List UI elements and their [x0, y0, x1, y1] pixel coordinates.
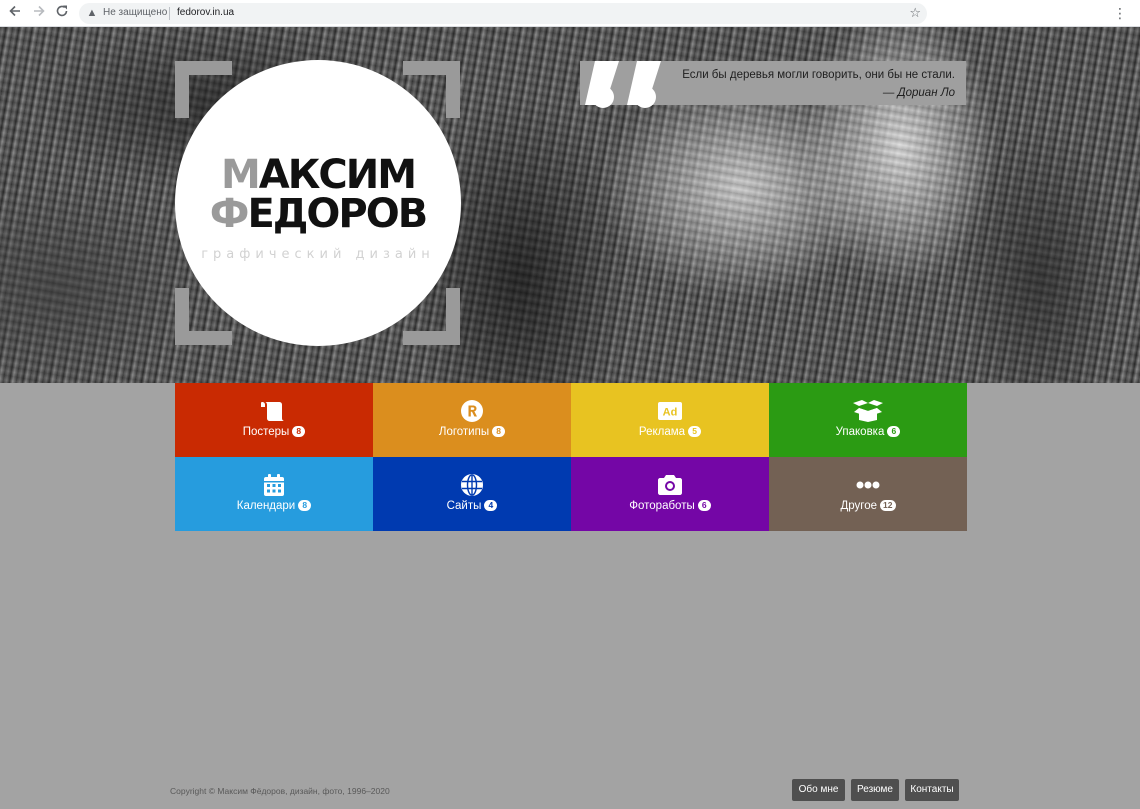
category-tile-other[interactable]: Другое 12	[769, 457, 967, 531]
category-tile-photos[interactable]: Фотоработы 6	[571, 457, 769, 531]
category-tile-websites[interactable]: Сайты 4	[373, 457, 571, 531]
quote-marks-icon	[585, 61, 661, 108]
tile-label: Другое 12	[769, 500, 967, 512]
ad-icon: Ad	[571, 400, 769, 422]
tile-label: Реклама 5	[571, 426, 769, 438]
browser-toolbar: ▲ Не защищено fedorov.in.ua ☆ ⋮	[0, 0, 1140, 27]
logo-subtitle: графический дизайн	[201, 247, 435, 262]
tile-label: Фотоработы 6	[571, 500, 769, 512]
hero-banner: МАКСИМ ФЕДОРОВ графический дизайн Если б…	[0, 27, 1140, 383]
frame-corner-bottom-left	[175, 288, 232, 345]
camera-icon	[571, 474, 769, 496]
tree-photo	[0, 27, 1140, 383]
url-text[interactable]: fedorov.in.ua	[177, 7, 234, 18]
category-tile-calendars[interactable]: Календари 8	[175, 457, 373, 531]
star-icon[interactable]: ☆	[909, 5, 921, 21]
logo-last-name: ФЕДОРОВ	[209, 191, 428, 237]
registered-trademark-icon	[373, 400, 571, 422]
count-badge: 8	[292, 426, 306, 437]
calendar-icon	[175, 474, 373, 496]
address-bar[interactable]: ▲ Не защищено fedorov.in.ua ☆	[79, 3, 927, 24]
count-badge: 8	[492, 426, 506, 437]
box-open-icon	[769, 400, 967, 422]
category-grid: Постеры 8 Логотипы 8 Ad Реклама 5 Упаковка 6…	[175, 383, 967, 531]
frame-corner-top-right	[403, 61, 460, 118]
divider	[169, 7, 170, 20]
quote-box: Если бы деревья могли говорить, они бы н…	[580, 61, 966, 108]
warning-icon: ▲	[86, 7, 98, 19]
back-icon[interactable]	[6, 4, 24, 22]
tile-label: Упаковка 6	[769, 426, 967, 438]
count-badge: 8	[298, 500, 312, 511]
count-badge: 6	[697, 500, 711, 511]
category-tile-logos[interactable]: Логотипы 8	[373, 383, 571, 457]
ellipsis-icon	[769, 474, 967, 496]
tile-label: Постеры 8	[175, 426, 373, 438]
reload-icon[interactable]	[53, 4, 71, 22]
svg-text:Ad: Ad	[663, 407, 678, 419]
scroll-icon	[175, 400, 373, 422]
quote-text: Если бы деревья могли говорить, они бы н…	[682, 69, 955, 81]
category-tile-posters[interactable]: Постеры 8	[175, 383, 373, 457]
tile-label: Календари 8	[175, 500, 373, 512]
contacts-button[interactable]: Контакты	[905, 779, 959, 801]
about-button[interactable]: Обо мне	[792, 779, 845, 801]
security-status[interactable]: Не защищено	[103, 7, 167, 18]
count-badge: 12	[880, 500, 896, 511]
frame-corner-top-left	[175, 61, 232, 118]
count-badge: 6	[887, 426, 901, 437]
quote-author: — Дориан Ло	[882, 87, 955, 99]
frame-corner-bottom-right	[403, 288, 460, 345]
vertical-dots-icon[interactable]: ⋮	[1112, 3, 1128, 23]
category-tile-packaging[interactable]: Упаковка 6	[769, 383, 967, 457]
resume-button[interactable]: Резюме	[851, 779, 899, 801]
category-tile-ads[interactable]: Ad Реклама 5	[571, 383, 769, 457]
forward-icon[interactable]	[30, 4, 48, 22]
count-badge: 5	[688, 426, 702, 437]
globe-icon	[373, 474, 571, 496]
tile-label: Сайты 4	[373, 500, 571, 512]
tile-label: Логотипы 8	[373, 426, 571, 438]
copyright-text: Copyright © Максим Фёдоров, дизайн, фото…	[170, 786, 390, 796]
count-badge: 4	[484, 500, 498, 511]
